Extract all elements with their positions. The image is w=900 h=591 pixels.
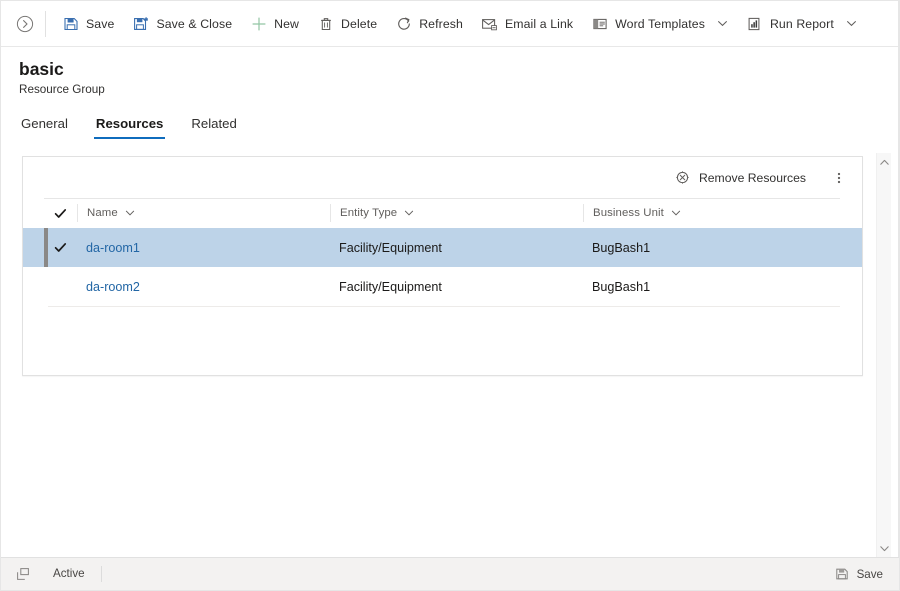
row-checkbox[interactable] [44,241,77,254]
content-vertical-scrollbar[interactable] [876,153,891,557]
cell-entity-type-value: Facility/Equipment [339,240,442,255]
record-header: basic Resource Group General Resources R… [1,47,899,139]
refresh-button-label: Refresh [419,16,463,31]
table-row[interactable]: da-room2 Facility/Equipment BugBash1 [23,267,862,306]
remove-resources-button[interactable]: Remove Resources [667,163,814,193]
save-floppy-icon [835,567,850,582]
status-bar: Active Save [1,557,899,590]
chevron-down-icon[interactable] [125,208,135,218]
cell-entity-type: Facility/Equipment [330,241,583,255]
cell-name-link[interactable]: da-room2 [86,280,140,294]
command-bar: Save Save & Close New Delete Refresh Ema… [1,1,899,47]
cell-business-unit: BugBash1 [583,280,840,294]
remove-resources-icon [675,170,691,186]
table-row[interactable]: da-room1 Facility/Equipment BugBash1 [23,228,862,267]
email-link-icon [481,15,498,32]
column-header-business-unit-label: Business Unit [593,207,664,219]
select-all-checkbox[interactable] [44,207,77,220]
tab-strip: General Resources Related [1,97,899,139]
cell-business-unit-value: BugBash1 [592,279,651,294]
tab-related-label: Related [191,116,237,131]
remove-resources-label: Remove Resources [698,170,806,185]
column-header-name[interactable]: Name [77,204,330,222]
page-title: basic [19,59,64,79]
run-report-icon [746,15,763,32]
record-entity-type: Resource Group [19,83,105,96]
cell-name[interactable]: da-room2 [77,280,330,294]
email-a-link-button[interactable]: Email a Link [472,7,582,41]
cell-name[interactable]: da-room1 [77,241,330,255]
run-report-button[interactable]: Run Report [737,7,866,41]
save-button-label: Save [86,16,115,31]
tab-general-label: General [21,116,68,131]
run-report-button-label: Run Report [769,16,834,31]
cell-entity-type-value: Facility/Equipment [339,279,442,294]
plus-icon [250,15,267,32]
save-and-close-button-label: Save & Close [156,16,233,31]
tab-resources[interactable]: Resources [93,116,166,139]
trash-icon [317,15,334,32]
save-button[interactable]: Save [53,7,123,41]
word-template-icon [591,15,608,32]
chevron-down-icon[interactable] [671,208,681,218]
status-bar-save-label: Save [856,567,883,581]
delete-button-label: Delete [341,16,378,31]
status-badge: Active [53,566,102,582]
save-floppy-icon [62,15,79,32]
tab-general[interactable]: General [19,116,70,139]
row-divider [48,306,840,307]
cell-name-link[interactable]: da-room1 [86,241,140,255]
chevron-down-icon[interactable] [846,18,857,29]
chevron-circle-right-icon[interactable] [11,10,39,38]
more-vertical-icon[interactable] [826,163,852,193]
tab-resources-label: Resources [95,116,164,131]
form-window: Save Save & Close New Delete Refresh Ema… [0,0,900,591]
word-templates-button[interactable]: Word Templates [582,7,737,41]
popout-icon[interactable] [15,566,31,582]
cell-business-unit: BugBash1 [583,241,840,255]
tab-related[interactable]: Related [189,116,238,139]
resources-subgrid: Remove Resources Name Entity Type Busine… [22,156,863,376]
column-header-entity-type[interactable]: Entity Type [330,204,583,222]
refresh-button[interactable]: Refresh [386,7,472,41]
new-button-label: New [274,16,300,31]
delete-button[interactable]: Delete [308,7,386,41]
column-header-name-label: Name [87,207,118,219]
window-right-edge [898,1,899,590]
refresh-icon [395,15,412,32]
new-button[interactable]: New [241,7,308,41]
chevron-down-icon[interactable] [717,18,728,29]
column-header-entity-type-label: Entity Type [340,207,398,219]
status-bar-save-button[interactable]: Save [829,563,889,586]
subgrid-toolbar: Remove Resources [23,157,862,198]
toolbar-divider [45,10,46,37]
caret-down-icon[interactable] [877,541,891,555]
subgrid-body: Name Entity Type Business Unit da-room1 … [23,198,862,307]
cell-entity-type: Facility/Equipment [330,280,583,294]
email-a-link-button-label: Email a Link [504,16,574,31]
grid-header-row: Name Entity Type Business Unit [23,198,862,228]
save-and-close-button[interactable]: Save & Close [123,7,241,41]
column-header-business-unit[interactable]: Business Unit [583,204,840,222]
cell-business-unit-value: BugBash1 [592,240,651,255]
caret-up-icon[interactable] [877,155,891,169]
save-and-close-icon [132,15,149,32]
chevron-down-icon[interactable] [404,208,414,218]
word-templates-button-label: Word Templates [615,16,705,31]
